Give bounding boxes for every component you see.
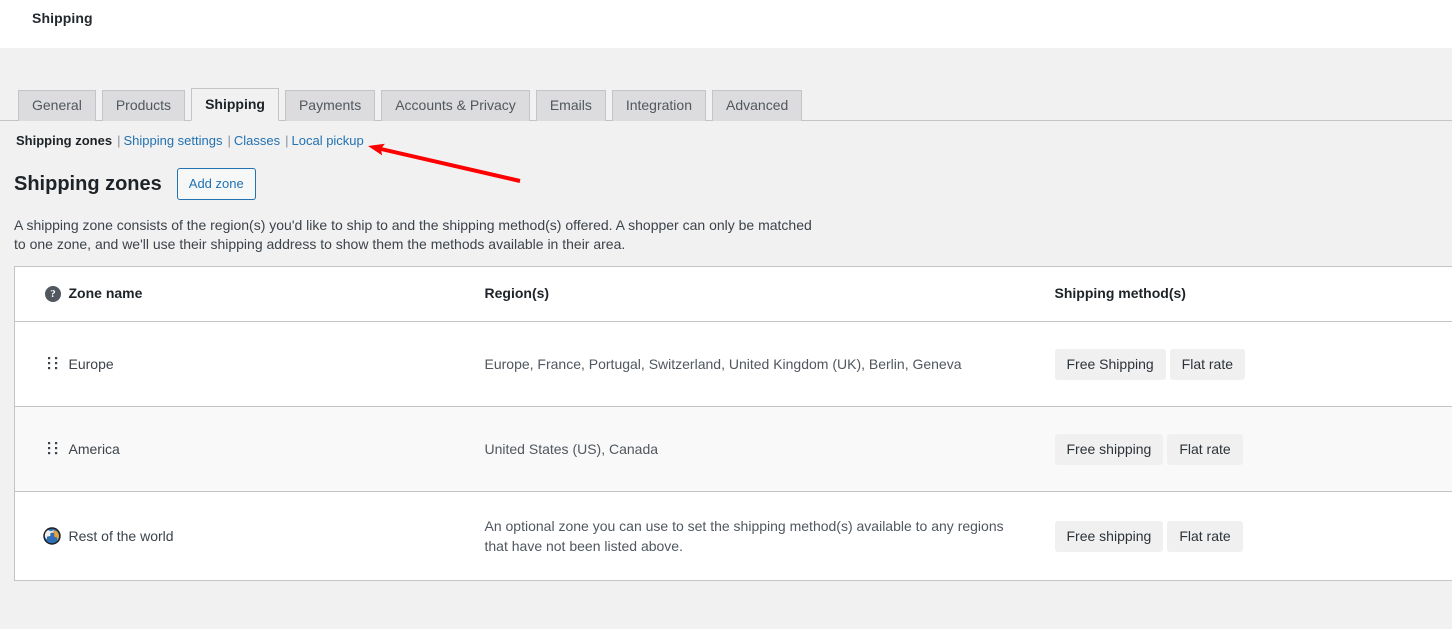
zone-methods-cell: Free shipping Flat rate [1054,492,1452,581]
row-handle-cell [15,492,69,581]
settings-tabs: General Products Shipping Payments Accou… [18,88,808,121]
zone-regions-cell: An optional zone you can use to set the … [485,492,1055,581]
page-title: Shipping zones [14,173,162,195]
zone-name-cell[interactable]: America [69,407,485,492]
table-row[interactable]: America United States (US), Canada Free … [14,406,1452,492]
subnav-item-shipping-zones[interactable]: Shipping zones [16,133,112,148]
subnav-separator-1: | [117,133,121,148]
column-header-regions-label: Region(s) [484,285,550,301]
shipping-method-pill[interactable]: Flat rate [1167,520,1243,552]
row-handle-cell [15,322,69,407]
subnav-item-local-pickup[interactable]: Local pickup [292,133,364,148]
subnav-item-shipping-settings[interactable]: Shipping settings [123,133,222,148]
add-zone-button[interactable]: Add zone [176,168,256,200]
column-header-zone-name: Zone name [69,267,485,322]
column-header-shipping-methods-label: Shipping method(s) [1054,285,1186,301]
zone-methods-cell: Free shipping Flat rate [1054,407,1452,492]
tab-general[interactable]: General [18,90,96,121]
page-header-title: Shipping [32,10,93,26]
table-header-help-cell: ? [15,267,69,322]
shipping-method-pill[interactable]: Free shipping [1054,433,1164,465]
subnav-separator-3: | [285,133,289,148]
zone-regions-cell: United States (US), Canada [484,441,659,457]
zone-name-cell[interactable]: Rest of the world [69,492,485,581]
tab-accounts-privacy[interactable]: Accounts & Privacy [381,90,530,121]
tab-payments[interactable]: Payments [284,90,376,121]
column-header-shipping-methods: Shipping method(s) [1055,267,1452,322]
settings-work-area: General Products Shipping Payments Accou… [0,48,1452,629]
tab-emails[interactable]: Emails [535,90,606,121]
tab-integration[interactable]: Integration [611,90,706,121]
table-header-row: ? Zone name Region(s) Shipping method(s) [14,267,1452,322]
zone-name-cell[interactable]: Europe [69,322,485,407]
shipping-method-pill[interactable]: Free shipping [1054,520,1164,552]
tab-shipping[interactable]: Shipping [191,88,279,121]
shipping-method-pill[interactable]: Flat rate [1167,433,1243,465]
subnav-separator-2: | [227,133,231,148]
zone-methods-cell: Free Shipping Flat rate [1054,322,1452,407]
page-heading-row: Shipping zones Add zone [14,168,256,200]
shipping-subnav: Shipping zones | Shipping settings | Classes… [16,133,364,148]
shipping-zones-table: ? Zone name Region(s) Shipping method(s) [14,266,1452,581]
row-handle-cell [15,407,69,492]
help-icon[interactable]: ? [45,286,61,302]
subnav-item-classes[interactable]: Classes [234,133,280,148]
shipping-method-pill[interactable]: Flat rate [1169,348,1246,380]
settings-tab-bar: General Products Shipping Payments Accou… [0,88,1452,121]
table-row[interactable]: Europe Europe, France, Portugal, Switzer… [14,322,1452,407]
tab-products[interactable]: Products [101,90,186,121]
page-description: A shipping zone consists of the region(s… [14,217,812,252]
table-row[interactable]: Rest of the world An optional zone you c… [15,492,1452,581]
app-header: Shipping [0,0,1452,48]
table-body: Europe Europe, France, Portugal, Switzer… [14,322,1452,581]
globe-icon [43,527,61,545]
table-header: ? Zone name Region(s) Shipping method(s) [14,267,1452,322]
tab-advanced[interactable]: Advanced [712,90,803,121]
zone-regions-cell: Europe, France, Portugal, Switzerland, U… [484,356,962,372]
zone-regions-text: An optional zone you can use to set the … [484,518,1004,554]
column-header-regions: Region(s) [485,267,1055,322]
drag-handle-icon[interactable] [47,441,59,457]
shipping-method-pill[interactable]: Free Shipping [1054,348,1166,380]
column-header-zone-name-label: Zone name [68,285,143,301]
drag-handle-icon[interactable] [47,356,59,372]
